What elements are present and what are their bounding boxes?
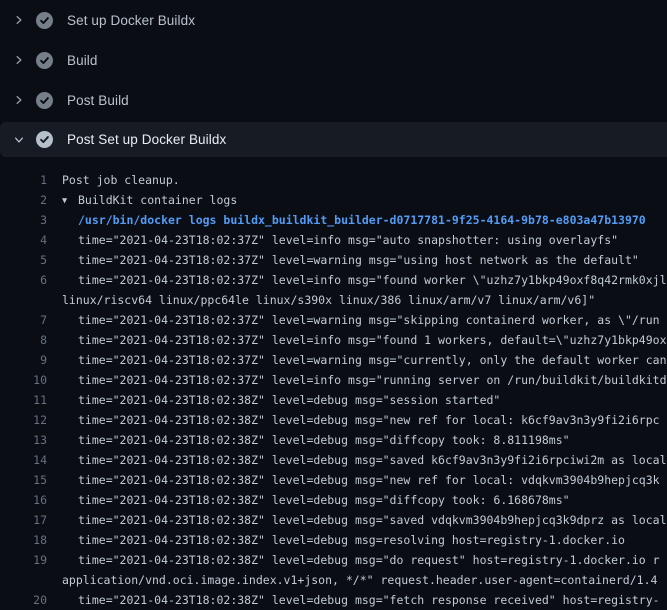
log-line-number[interactable]: 20 bbox=[0, 590, 47, 610]
log-line-text: time="2021-04-23T18:02:38Z" level=debug … bbox=[78, 470, 660, 490]
log-line-text: time="2021-04-23T18:02:38Z" level=debug … bbox=[78, 530, 625, 550]
step-title: Post Set up Docker Buildx bbox=[67, 132, 226, 147]
log-line-number[interactable]: 8 bbox=[0, 330, 47, 350]
log-line-text: linux/riscv64 linux/ppc64le linux/s390x … bbox=[62, 290, 595, 310]
log-line-number[interactable]: 11 bbox=[0, 390, 47, 410]
log-line-number[interactable]: 1 bbox=[0, 170, 47, 190]
log-line: 7 time="2021-04-23T18:02:37Z" level=warn… bbox=[0, 310, 667, 330]
log-line-text: time="2021-04-23T18:02:37Z" level=warnin… bbox=[78, 250, 639, 270]
log-line-text: time="2021-04-23T18:02:37Z" level=info m… bbox=[78, 230, 618, 250]
log-line: 3 /usr/bin/docker logs buildx_buildkit_b… bbox=[0, 210, 667, 230]
success-check-icon bbox=[36, 52, 53, 69]
log-line: linux/riscv64 linux/ppc64le linux/s390x … bbox=[0, 290, 667, 310]
log-line-number[interactable]: 16 bbox=[0, 490, 47, 510]
step-title: Set up Docker Buildx bbox=[67, 13, 195, 28]
log-line-number[interactable]: 2 bbox=[0, 190, 47, 210]
log-line-number[interactable]: 17 bbox=[0, 510, 47, 530]
log-line-number[interactable]: 4 bbox=[0, 230, 47, 250]
log-line: 15 time="2021-04-23T18:02:38Z" level=deb… bbox=[0, 470, 667, 490]
step-title: Build bbox=[67, 53, 98, 68]
success-check-icon bbox=[36, 92, 53, 109]
log-line: 1 Post job cleanup. bbox=[0, 170, 667, 190]
log-line: 6 time="2021-04-23T18:02:37Z" level=info… bbox=[0, 270, 667, 290]
disclosure-triangle-icon[interactable]: ▼ bbox=[62, 191, 78, 211]
log-line: 14 time="2021-04-23T18:02:38Z" level=deb… bbox=[0, 450, 667, 470]
step-row-post-build[interactable]: Post Build bbox=[0, 80, 667, 120]
log-line-number[interactable]: 6 bbox=[0, 270, 47, 290]
success-check-icon bbox=[36, 131, 53, 148]
log-line: 5 time="2021-04-23T18:02:37Z" level=warn… bbox=[0, 250, 667, 270]
step-row-setup-docker-buildx[interactable]: Set up Docker Buildx bbox=[0, 0, 667, 40]
step-title: Post Build bbox=[67, 93, 129, 108]
log-line-text: /usr/bin/docker logs buildx_buildkit_bui… bbox=[78, 210, 646, 230]
log-line-text: time="2021-04-23T18:02:38Z" level=debug … bbox=[78, 550, 660, 570]
log-line: 11 time="2021-04-23T18:02:38Z" level=deb… bbox=[0, 390, 667, 410]
chevron-right-icon bbox=[11, 52, 27, 68]
log-line: 12 time="2021-04-23T18:02:38Z" level=deb… bbox=[0, 410, 667, 430]
step-row-post-setup-docker-buildx-expanded[interactable]: Post Set up Docker Buildx bbox=[0, 122, 667, 157]
log-line: 13 time="2021-04-23T18:02:38Z" level=deb… bbox=[0, 430, 667, 450]
log-line-text: time="2021-04-23T18:02:37Z" level=info m… bbox=[78, 370, 667, 390]
log-line-text: time="2021-04-23T18:02:38Z" level=debug … bbox=[78, 450, 667, 470]
log-line-number[interactable]: 19 bbox=[0, 550, 47, 570]
log-line-text: time="2021-04-23T18:02:38Z" level=debug … bbox=[78, 410, 660, 430]
step-row-build[interactable]: Build bbox=[0, 40, 667, 80]
log-line-text: time="2021-04-23T18:02:37Z" level=warnin… bbox=[78, 350, 667, 370]
log-line: 16 time="2021-04-23T18:02:38Z" level=deb… bbox=[0, 490, 667, 510]
log-line-text[interactable]: ▼BuildKit container logs bbox=[62, 190, 237, 210]
log-line: 20 time="2021-04-23T18:02:38Z" level=deb… bbox=[0, 590, 667, 610]
log-line-number[interactable]: 3 bbox=[0, 210, 47, 230]
log-line: 4 time="2021-04-23T18:02:37Z" level=info… bbox=[0, 230, 667, 250]
log-line-number[interactable]: 9 bbox=[0, 350, 47, 370]
log-line-number bbox=[0, 570, 47, 590]
log-line: 8 time="2021-04-23T18:02:37Z" level=info… bbox=[0, 330, 667, 350]
log-line-number[interactable]: 5 bbox=[0, 250, 47, 270]
log-line: application/vnd.oci.image.index.v1+json,… bbox=[0, 570, 667, 590]
log-line-text: time="2021-04-23T18:02:38Z" level=debug … bbox=[78, 490, 570, 510]
log-line-text: time="2021-04-23T18:02:37Z" level=info m… bbox=[78, 330, 667, 350]
log-line-text: Post job cleanup. bbox=[62, 170, 180, 190]
log-line-number[interactable]: 10 bbox=[0, 370, 47, 390]
chevron-right-icon bbox=[11, 92, 27, 108]
log-line: 18 time="2021-04-23T18:02:38Z" level=deb… bbox=[0, 530, 667, 550]
log-line: 10 time="2021-04-23T18:02:37Z" level=inf… bbox=[0, 370, 667, 390]
log-line-number[interactable]: 7 bbox=[0, 310, 47, 330]
chevron-down-icon bbox=[11, 132, 27, 148]
log-line-number[interactable]: 14 bbox=[0, 450, 47, 470]
log-area: 1 Post job cleanup. 2 ▼BuildKit containe… bbox=[0, 157, 667, 610]
log-line: 9 time="2021-04-23T18:02:37Z" level=warn… bbox=[0, 350, 667, 370]
log-line-number[interactable]: 15 bbox=[0, 470, 47, 490]
log-line-text: application/vnd.oci.image.index.v1+json,… bbox=[62, 570, 657, 590]
success-check-icon bbox=[36, 12, 53, 29]
log-line-text: time="2021-04-23T18:02:38Z" level=debug … bbox=[78, 430, 570, 450]
log-line-number[interactable]: 18 bbox=[0, 530, 47, 550]
log-line-text: time="2021-04-23T18:02:38Z" level=debug … bbox=[78, 390, 500, 410]
log-line: 19 time="2021-04-23T18:02:38Z" level=deb… bbox=[0, 550, 667, 570]
chevron-right-icon bbox=[11, 12, 27, 28]
log-line-number[interactable]: 12 bbox=[0, 410, 47, 430]
log-line: 2 ▼BuildKit container logs bbox=[0, 190, 667, 210]
log-line-text: time="2021-04-23T18:02:38Z" level=debug … bbox=[78, 510, 667, 530]
log-line-text: time="2021-04-23T18:02:37Z" level=warnin… bbox=[78, 310, 660, 330]
log-line-text: time="2021-04-23T18:02:38Z" level=debug … bbox=[78, 590, 660, 610]
log-line-text: time="2021-04-23T18:02:37Z" level=info m… bbox=[78, 270, 667, 290]
log-line-number[interactable]: 13 bbox=[0, 430, 47, 450]
log-line-number bbox=[0, 290, 47, 310]
log-line: 17 time="2021-04-23T18:02:38Z" level=deb… bbox=[0, 510, 667, 530]
